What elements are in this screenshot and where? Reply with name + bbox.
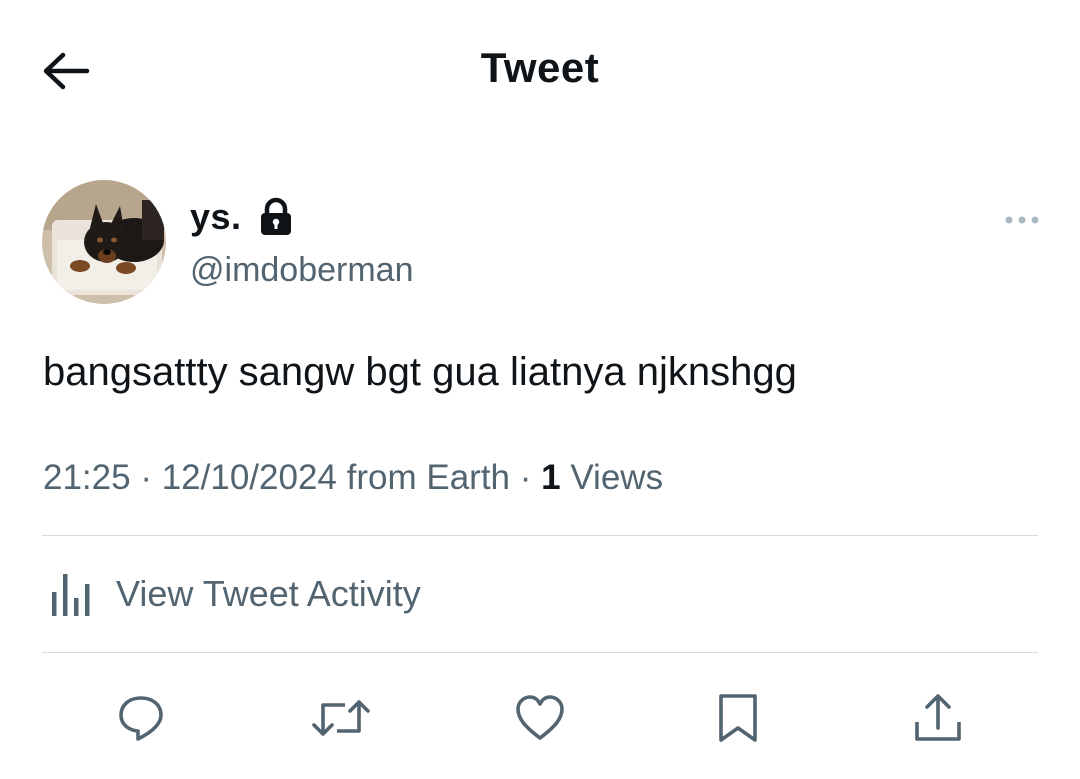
bookmark-button[interactable] <box>708 688 768 748</box>
activity-label: View Tweet Activity <box>116 573 421 614</box>
analytics-icon <box>48 570 94 618</box>
top-bar: Tweet <box>0 0 1080 140</box>
bookmark-icon <box>716 692 760 744</box>
meta-separator: · <box>140 458 152 497</box>
lock-icon <box>258 197 294 237</box>
heart-icon <box>514 694 566 742</box>
reply-icon <box>116 693 166 743</box>
author-name-row[interactable]: ys. <box>190 196 294 238</box>
like-button[interactable] <box>510 688 570 748</box>
avatar[interactable] <box>42 180 166 304</box>
action-bar <box>0 680 1080 760</box>
retweet-button[interactable] <box>311 688 371 748</box>
tweet-time: 21:25 <box>43 458 131 497</box>
more-horizontal-icon <box>1004 215 1040 225</box>
retweet-icon <box>311 693 371 743</box>
reply-button[interactable] <box>111 688 171 748</box>
divider <box>42 652 1038 653</box>
author-handle[interactable]: @imdoberman <box>190 251 414 290</box>
page-title: Tweet <box>480 44 600 91</box>
views-count[interactable]: 1 <box>541 458 560 497</box>
meta-separator: · <box>519 458 532 497</box>
views-label[interactable]: Views <box>570 458 663 497</box>
share-icon <box>912 692 964 744</box>
tweet-date: 12/10/2024 <box>161 458 337 497</box>
more-options-button[interactable] <box>1000 205 1044 235</box>
tweet-meta: 21:25 · 12/10/2024 from Earth · 1 Views <box>43 458 663 498</box>
tweet-text: bangsattty sangw bgt gua liatnya njknshg… <box>43 350 797 394</box>
share-button[interactable] <box>908 688 968 748</box>
divider <box>42 535 1038 536</box>
author-name: ys. <box>190 196 242 237</box>
view-tweet-activity-button[interactable]: View Tweet Activity <box>48 570 421 618</box>
tweet-source: from Earth <box>346 458 511 497</box>
